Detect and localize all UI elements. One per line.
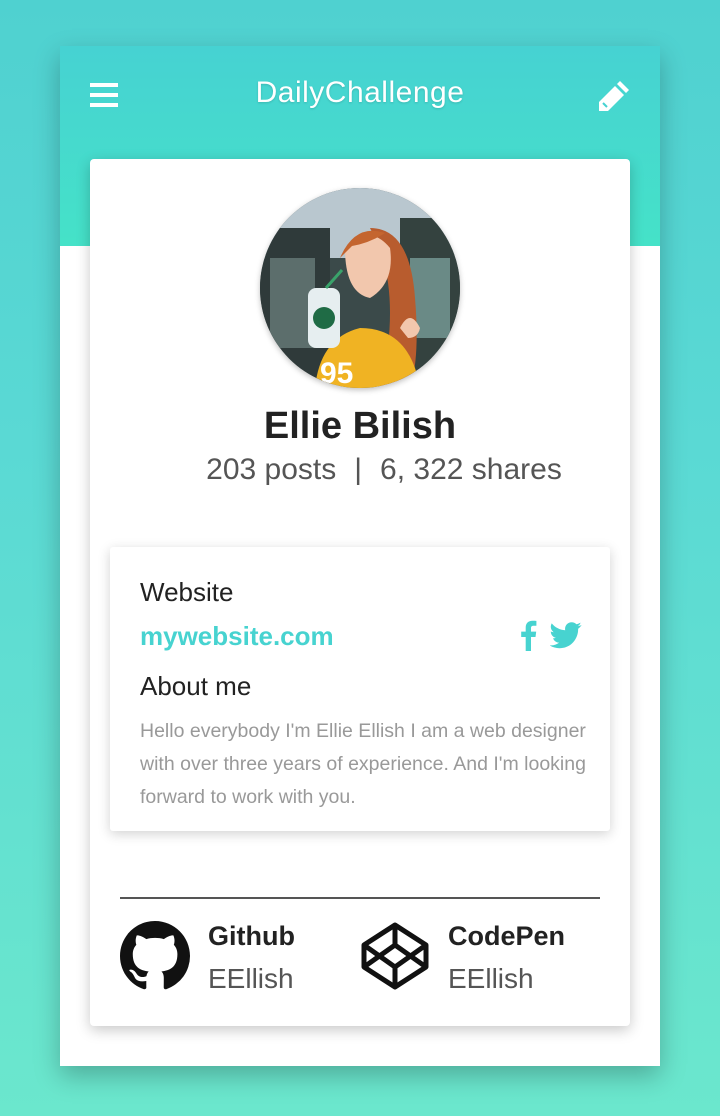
about-text: Hello everybody I'm Ellie Ellish I am a …	[140, 720, 586, 808]
website-link[interactable]: mywebsite.com	[140, 621, 334, 652]
stats-separator: |	[354, 453, 363, 486]
user-stats: 203 posts | 6, 322 shares	[90, 453, 630, 487]
codepen-icon	[361, 922, 429, 990]
shares-count: 6, 322 shares	[380, 453, 562, 486]
app-title: DailyChallenge	[255, 76, 465, 109]
divider	[120, 897, 600, 899]
github-link[interactable]: Github EEllish	[120, 921, 340, 1001]
profile-screen: DailyChallenge 95 Ellie Bilish 203 posts…	[60, 46, 660, 1066]
twitter-icon[interactable]	[550, 619, 582, 651]
github-title: Github	[208, 921, 295, 951]
about-label: About me	[140, 671, 252, 701]
github-icon	[120, 921, 190, 990]
user-name: Ellie Bilish	[263, 405, 457, 447]
pencil-icon[interactable]	[596, 78, 632, 114]
codepen-link[interactable]: CodePen EEllish	[360, 921, 600, 1001]
svg-text:95: 95	[320, 357, 353, 388]
website-label: Website	[140, 577, 234, 607]
github-username: EEllish	[208, 963, 294, 994]
facebook-icon[interactable]	[518, 619, 538, 651]
codepen-title: CodePen	[448, 921, 566, 951]
codepen-username: EEllish	[448, 963, 534, 994]
posts-count: 203 posts	[206, 453, 337, 486]
avatar: 95	[260, 188, 460, 388]
profile-card: 95 Ellie Bilish 203 posts | 6, 322 shares …	[90, 159, 630, 1026]
info-card: Website mywebsite.com About me Hello eve…	[110, 547, 610, 831]
